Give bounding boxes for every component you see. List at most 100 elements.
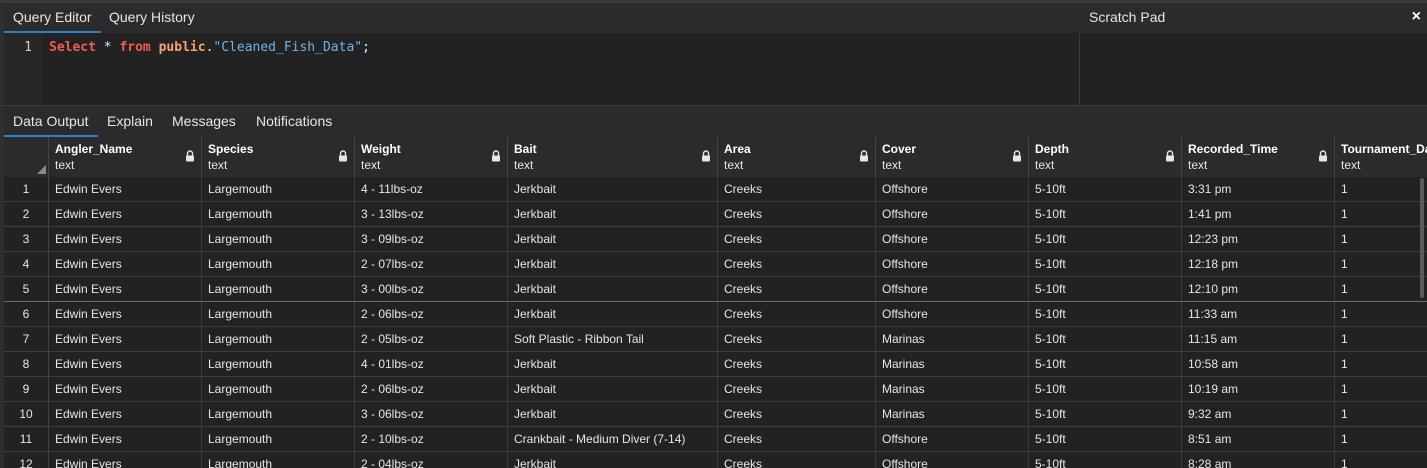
- table-cell-depth[interactable]: 5-10ft: [1029, 227, 1182, 251]
- row-number[interactable]: 8: [4, 352, 49, 376]
- table-cell-depth[interactable]: 5-10ft: [1029, 377, 1182, 401]
- row-number[interactable]: 12: [4, 452, 49, 468]
- table-cell-cover[interactable]: Offshore: [876, 302, 1029, 326]
- column-header-area[interactable]: Area text: [718, 137, 876, 177]
- table-cell-area[interactable]: Creeks: [718, 427, 876, 451]
- row-number[interactable]: 5: [4, 277, 49, 301]
- tab-messages[interactable]: Messages: [163, 106, 245, 137]
- table-cell-cover[interactable]: Offshore: [876, 427, 1029, 451]
- table-cell-tournament-day[interactable]: 1: [1335, 302, 1427, 326]
- table-cell-depth[interactable]: 5-10ft: [1029, 252, 1182, 276]
- table-cell-bait[interactable]: Jerkbait: [508, 402, 718, 426]
- table-cell-angler-name[interactable]: Edwin Evers: [49, 377, 202, 401]
- table-cell-tournament-day[interactable]: 1: [1335, 402, 1427, 426]
- table-cell-recorded-time[interactable]: 1:41 pm: [1182, 202, 1335, 226]
- table-cell-tournament-day[interactable]: 1: [1335, 252, 1427, 276]
- table-cell-cover[interactable]: Offshore: [876, 452, 1029, 468]
- table-cell-weight[interactable]: 4 - 11lbs-oz: [355, 177, 508, 201]
- table-cell-species[interactable]: Largemouth: [202, 302, 355, 326]
- table-cell-bait[interactable]: Jerkbait: [508, 452, 718, 468]
- row-number[interactable]: 4: [4, 252, 49, 276]
- table-cell-species[interactable]: Largemouth: [202, 452, 355, 468]
- table-row[interactable]: 5 Edwin Evers Largemouth 3 - 00lbs-oz Jerkba…: [4, 277, 1427, 302]
- table-cell-weight[interactable]: 2 - 05lbs-oz: [355, 327, 508, 351]
- table-cell-angler-name[interactable]: Edwin Evers: [49, 252, 202, 276]
- table-cell-species[interactable]: Largemouth: [202, 352, 355, 376]
- table-cell-cover[interactable]: Offshore: [876, 177, 1029, 201]
- table-row[interactable]: 11 Edwin Evers Largemouth 2 - 10lbs-oz Crank…: [4, 427, 1427, 452]
- table-row[interactable]: 4 Edwin Evers Largemouth 2 - 07lbs-oz Jerkba…: [4, 252, 1427, 277]
- row-number[interactable]: 7: [4, 327, 49, 351]
- table-cell-area[interactable]: Creeks: [718, 177, 876, 201]
- table-cell-tournament-day[interactable]: 1: [1335, 227, 1427, 251]
- sql-code-line[interactable]: Select * from public."Cleaned_Fish_Data"…: [49, 40, 370, 55]
- table-row[interactable]: 10 Edwin Evers Largemouth 3 - 06lbs-oz Jerkb…: [4, 402, 1427, 427]
- table-cell-cover[interactable]: Marinas: [876, 327, 1029, 351]
- table-cell-tournament-day[interactable]: 1: [1335, 327, 1427, 351]
- table-cell-depth[interactable]: 5-10ft: [1029, 177, 1182, 201]
- vertical-scrollbar[interactable]: [1420, 178, 1424, 298]
- table-cell-species[interactable]: Largemouth: [202, 252, 355, 276]
- table-cell-bait[interactable]: Jerkbait: [508, 302, 718, 326]
- table-cell-depth[interactable]: 5-10ft: [1029, 427, 1182, 451]
- table-cell-recorded-time[interactable]: 9:32 am: [1182, 402, 1335, 426]
- table-cell-recorded-time[interactable]: 11:33 am: [1182, 302, 1335, 326]
- table-cell-depth[interactable]: 5-10ft: [1029, 277, 1182, 301]
- table-cell-angler-name[interactable]: Edwin Evers: [49, 177, 202, 201]
- table-cell-cover[interactable]: Offshore: [876, 277, 1029, 301]
- table-cell-bait[interactable]: Jerkbait: [508, 252, 718, 276]
- table-cell-bait[interactable]: Jerkbait: [508, 377, 718, 401]
- sql-editor[interactable]: 1 Select * from public."Cleaned_Fish_Dat…: [4, 33, 1079, 105]
- column-header-tournament-day[interactable]: Tournament_Daytext: [1335, 137, 1427, 177]
- table-cell-species[interactable]: Largemouth: [202, 327, 355, 351]
- table-cell-tournament-day[interactable]: 1: [1335, 427, 1427, 451]
- table-row[interactable]: 7 Edwin Evers Largemouth 2 - 05lbs-oz Soft P…: [4, 327, 1427, 352]
- table-cell-species[interactable]: Largemouth: [202, 177, 355, 201]
- table-cell-depth[interactable]: 5-10ft: [1029, 352, 1182, 376]
- table-row[interactable]: 12 Edwin Evers Largemouth 2 - 04lbs-oz Jerkb…: [4, 452, 1427, 468]
- row-number[interactable]: 2: [4, 202, 49, 226]
- table-cell-area[interactable]: Creeks: [718, 277, 876, 301]
- row-number[interactable]: 6: [4, 302, 49, 326]
- table-cell-cover[interactable]: Offshore: [876, 202, 1029, 226]
- column-header-cover[interactable]: Cover text: [876, 137, 1029, 177]
- row-number[interactable]: 10: [4, 402, 49, 426]
- table-row[interactable]: 1 Edwin Evers Largemouth 4 - 11lbs-oz Jerkba…: [4, 177, 1427, 202]
- table-cell-cover[interactable]: Marinas: [876, 352, 1029, 376]
- table-cell-angler-name[interactable]: Edwin Evers: [49, 227, 202, 251]
- row-number[interactable]: 9: [4, 377, 49, 401]
- table-cell-depth[interactable]: 5-10ft: [1029, 327, 1182, 351]
- scratch-pad-textarea[interactable]: [1079, 33, 1427, 105]
- table-cell-area[interactable]: Creeks: [718, 327, 876, 351]
- table-cell-bait[interactable]: Soft Plastic - Ribbon Tail: [508, 327, 718, 351]
- row-number[interactable]: 3: [4, 227, 49, 251]
- table-cell-area[interactable]: Creeks: [718, 227, 876, 251]
- table-cell-depth[interactable]: 5-10ft: [1029, 452, 1182, 468]
- table-cell-angler-name[interactable]: Edwin Evers: [49, 452, 202, 468]
- table-cell-depth[interactable]: 5-10ft: [1029, 402, 1182, 426]
- table-row[interactable]: 2 Edwin Evers Largemouth 3 - 13lbs-oz Jerkba…: [4, 202, 1427, 227]
- table-cell-recorded-time[interactable]: 10:19 am: [1182, 377, 1335, 401]
- table-cell-cover[interactable]: Marinas: [876, 402, 1029, 426]
- table-cell-area[interactable]: Creeks: [718, 252, 876, 276]
- table-cell-area[interactable]: Creeks: [718, 352, 876, 376]
- table-cell-angler-name[interactable]: Edwin Evers: [49, 327, 202, 351]
- table-cell-weight[interactable]: 3 - 09lbs-oz: [355, 227, 508, 251]
- tab-data-output[interactable]: Data Output: [4, 106, 98, 137]
- table-cell-cover[interactable]: Marinas: [876, 377, 1029, 401]
- table-cell-tournament-day[interactable]: 1: [1335, 177, 1427, 201]
- table-cell-angler-name[interactable]: Edwin Evers: [49, 352, 202, 376]
- table-cell-bait[interactable]: Jerkbait: [508, 277, 718, 301]
- table-cell-species[interactable]: Largemouth: [202, 427, 355, 451]
- select-all-corner[interactable]: [4, 137, 49, 177]
- column-header-species[interactable]: Species text: [202, 137, 355, 177]
- table-cell-weight[interactable]: 3 - 00lbs-oz: [355, 277, 508, 301]
- table-cell-species[interactable]: Largemouth: [202, 202, 355, 226]
- column-header-angler-name[interactable]: Angler_Name text: [49, 137, 202, 177]
- table-cell-weight[interactable]: 3 - 13lbs-oz: [355, 202, 508, 226]
- table-cell-tournament-day[interactable]: 1: [1335, 277, 1427, 301]
- table-cell-bait[interactable]: Jerkbait: [508, 202, 718, 226]
- table-cell-recorded-time[interactable]: 10:58 am: [1182, 352, 1335, 376]
- table-cell-area[interactable]: Creeks: [718, 452, 876, 468]
- column-header-recorded-time[interactable]: Recorded_Time text: [1182, 137, 1335, 177]
